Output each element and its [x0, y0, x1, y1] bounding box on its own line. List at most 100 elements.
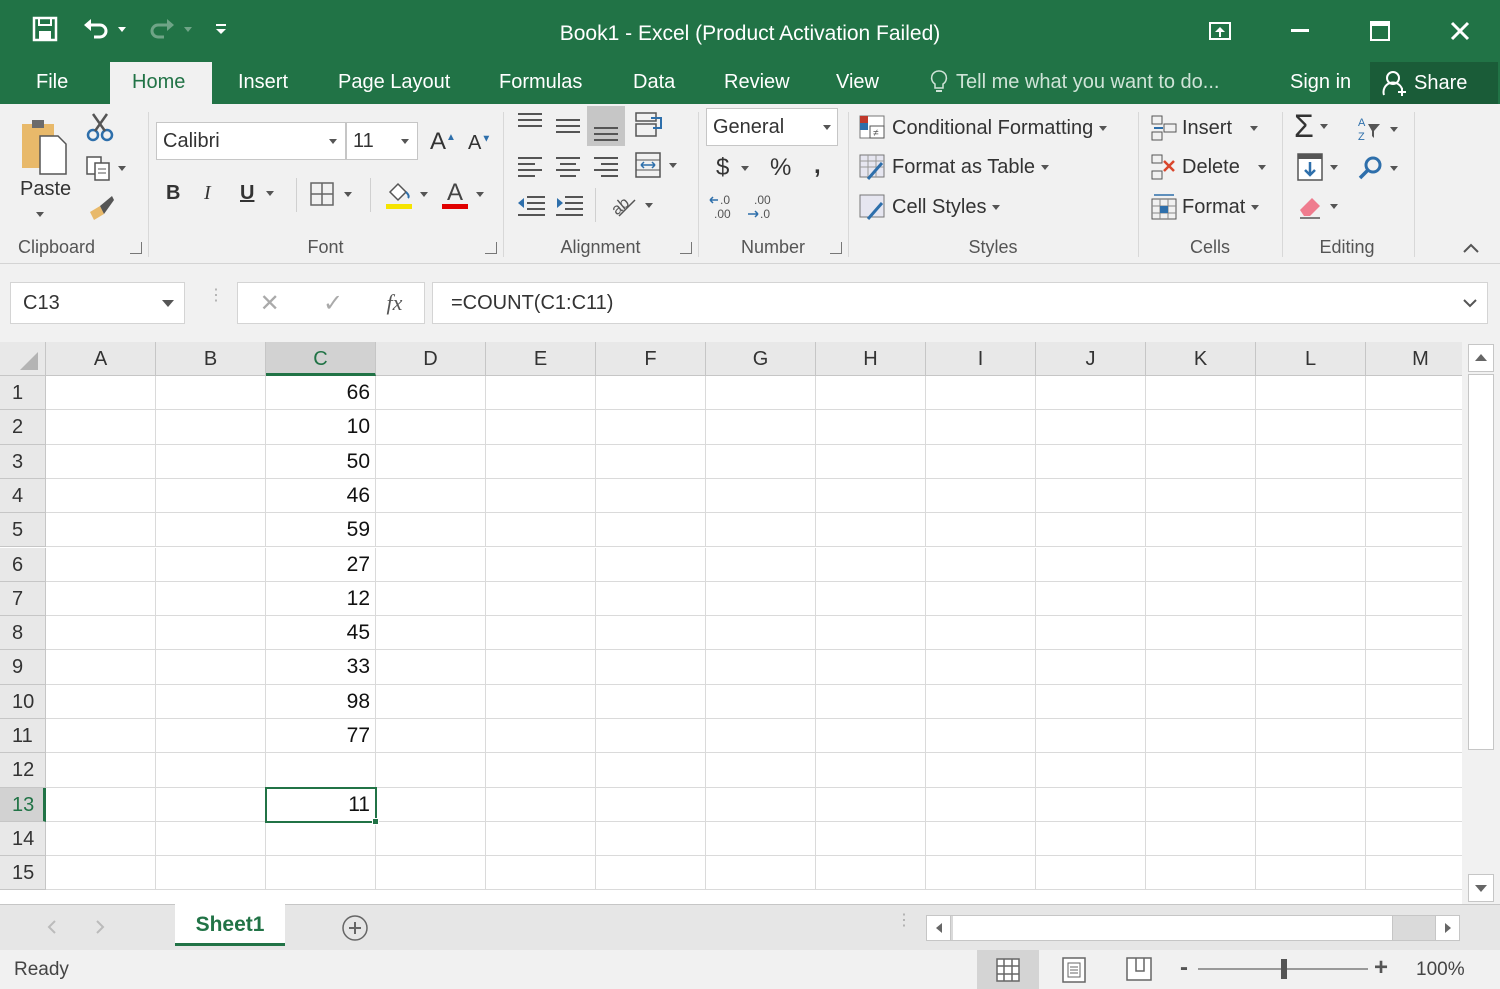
cell-i5[interactable] [926, 513, 1036, 548]
fill-button[interactable] [1296, 152, 1338, 182]
cell-l7[interactable] [1256, 581, 1366, 617]
cell-i13[interactable] [926, 787, 1036, 822]
cell-m13[interactable] [1366, 788, 1462, 822]
cell-l8[interactable] [1256, 616, 1366, 651]
cell-b7[interactable] [156, 581, 266, 617]
cell-k13[interactable] [1146, 787, 1256, 822]
cell-c3[interactable]: 50 [266, 444, 376, 479]
cell-a6[interactable] [46, 547, 156, 582]
cell-b12[interactable] [156, 753, 266, 788]
cell-m4[interactable] [1366, 479, 1462, 514]
column-header-a[interactable]: A [46, 342, 156, 376]
column-header-l[interactable]: L [1256, 342, 1366, 376]
cell-h6[interactable] [816, 547, 926, 582]
cell-m7[interactable] [1366, 582, 1462, 617]
normal-view-button[interactable] [977, 950, 1039, 989]
column-header-k[interactable]: K [1146, 342, 1256, 376]
cell-m9[interactable] [1366, 650, 1462, 685]
cell-l15[interactable] [1256, 856, 1366, 891]
cell-j11[interactable] [1036, 719, 1146, 754]
cell-b14[interactable] [156, 821, 266, 857]
clipboard-launcher[interactable] [130, 242, 142, 254]
cell-e4[interactable] [486, 478, 596, 514]
font-color-button[interactable]: A [440, 178, 484, 210]
sort-filter-button[interactable]: AZ [1356, 114, 1398, 144]
cell-k14[interactable] [1146, 821, 1256, 857]
collapse-ribbon-icon[interactable] [1462, 242, 1480, 254]
cell-k10[interactable] [1146, 684, 1256, 719]
formula-bar-resize-handle[interactable]: ⋮ [208, 288, 224, 304]
column-header-j[interactable]: J [1036, 342, 1146, 376]
cell-h12[interactable] [816, 753, 926, 788]
fill-color-button[interactable] [384, 178, 428, 210]
wrap-text-icon[interactable] [633, 110, 665, 140]
cell-g8[interactable] [706, 616, 816, 651]
column-header-g[interactable]: G [706, 342, 816, 376]
decrease-indent-icon[interactable] [515, 192, 547, 218]
cell-h2[interactable] [816, 410, 926, 445]
row-header-12[interactable]: 12 [0, 753, 46, 788]
ribbon-display-options-icon[interactable] [1180, 10, 1260, 52]
cell-b9[interactable] [156, 650, 266, 685]
conditional-formatting-button[interactable]: ≠ Conditional Formatting [858, 114, 1108, 142]
cell-g11[interactable] [706, 719, 816, 754]
scroll-up-button[interactable] [1468, 344, 1494, 372]
column-header-d[interactable]: D [376, 342, 486, 376]
cell-g1[interactable] [706, 376, 816, 411]
cell-d14[interactable] [376, 821, 486, 857]
cell-f3[interactable] [596, 444, 706, 479]
cell-a5[interactable] [46, 513, 156, 548]
cell-e10[interactable] [486, 684, 596, 719]
new-sheet-icon[interactable] [340, 913, 370, 943]
cell-g9[interactable] [706, 650, 816, 685]
cell-g7[interactable] [706, 581, 816, 617]
row-header-4[interactable]: 4 [0, 478, 46, 514]
formula-input[interactable]: =COUNT(C1:C11) [432, 282, 1488, 324]
cell-k3[interactable] [1146, 444, 1256, 479]
cell-j7[interactable] [1036, 581, 1146, 617]
cell-e11[interactable] [486, 719, 596, 754]
cell-d3[interactable] [376, 444, 486, 479]
cell-g15[interactable] [706, 856, 816, 891]
horizontal-scrollbar[interactable] [926, 915, 1460, 941]
scroll-right-button[interactable] [1435, 916, 1459, 940]
fill-handle[interactable] [372, 817, 379, 825]
column-header-m[interactable]: M [1366, 342, 1462, 376]
cell-c6[interactable]: 27 [266, 547, 376, 582]
font-name-dropdown[interactable]: Calibri [156, 122, 346, 160]
cell-i11[interactable] [926, 719, 1036, 754]
cell-e9[interactable] [486, 650, 596, 685]
cell-a8[interactable] [46, 616, 156, 651]
cell-g13[interactable] [706, 787, 816, 822]
cell-d15[interactable] [376, 856, 486, 891]
cell-k2[interactable] [1146, 410, 1256, 445]
cell-f8[interactable] [596, 616, 706, 651]
cell-e14[interactable] [486, 821, 596, 857]
borders-button[interactable] [310, 182, 352, 206]
cell-g5[interactable] [706, 513, 816, 548]
cell-d13[interactable] [376, 787, 486, 822]
format-cells-button[interactable]: Format [1150, 193, 1260, 221]
cell-m12[interactable] [1366, 753, 1462, 788]
comma-button[interactable]: , [814, 152, 821, 180]
cell-a3[interactable] [46, 444, 156, 479]
align-right-icon[interactable] [591, 154, 621, 178]
zoom-slider[interactable] [1198, 959, 1368, 979]
minimize-icon[interactable] [1260, 10, 1340, 52]
zoom-out-button[interactable]: - [1180, 954, 1188, 982]
cell-a2[interactable] [46, 410, 156, 445]
format-painter-icon[interactable] [86, 192, 116, 222]
cell-k6[interactable] [1146, 547, 1256, 582]
cell-f1[interactable] [596, 376, 706, 411]
clear-button[interactable] [1296, 192, 1338, 220]
scroll-thumb[interactable] [1468, 374, 1494, 750]
cut-icon[interactable] [86, 112, 114, 142]
insert-function-icon[interactable]: fx [386, 290, 402, 316]
cell-m10[interactable] [1366, 685, 1462, 719]
cell-h13[interactable] [816, 787, 926, 822]
cell-i6[interactable] [926, 547, 1036, 582]
row-header-14[interactable]: 14 [0, 821, 46, 857]
cell-c11[interactable]: 77 [266, 719, 376, 754]
cell-g3[interactable] [706, 444, 816, 479]
cell-i10[interactable] [926, 684, 1036, 719]
